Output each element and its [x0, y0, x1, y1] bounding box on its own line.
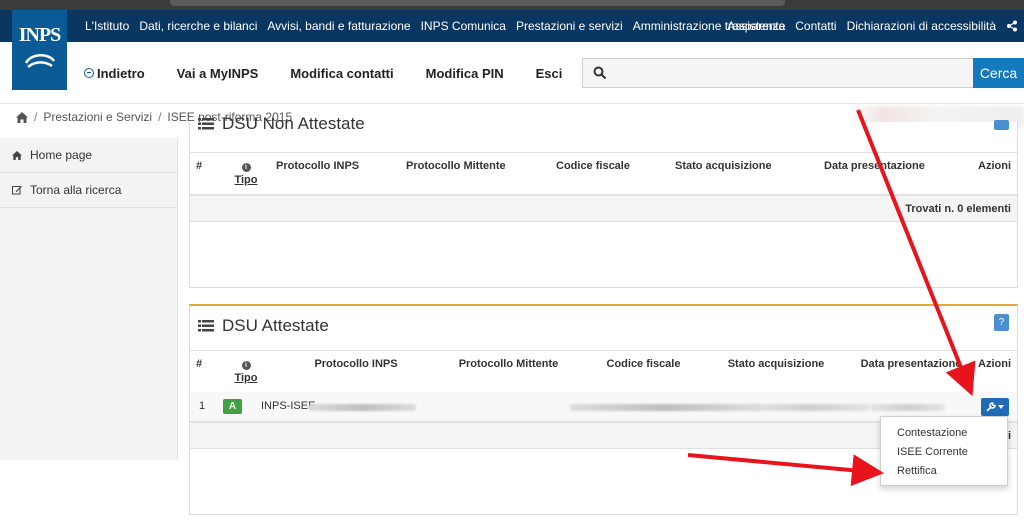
main-menu: Indietro Vai a MyINPS Modifica contatti …: [84, 42, 594, 104]
topbar-link-contatti[interactable]: Contatti: [795, 19, 836, 33]
topbar-link-accessibilita[interactable]: Dichiarazioni di accessibilità: [847, 19, 996, 33]
column-header-num: #: [196, 358, 203, 370]
table-header-row: # i Tipo Protocollo INPS Protocollo Mitt…: [190, 152, 1017, 195]
column-header-protocollo-mittente: Protocollo Mittente: [406, 160, 506, 172]
redacted-stato: [750, 404, 870, 411]
panel-title-text: DSU Attestate: [222, 316, 329, 335]
column-header-azioni: Azioni: [978, 358, 1011, 370]
results-count: Trovati n. 0 elementi: [190, 195, 1017, 222]
share-icon[interactable]: [1006, 20, 1018, 32]
browser-address-bar[interactable]: [170, 0, 785, 6]
info-icon: i: [241, 361, 251, 370]
column-header-tipo-label: Tipo: [234, 174, 258, 186]
column-header-tipo-label: Tipo: [234, 372, 258, 384]
redacted-protocollo: [308, 404, 416, 411]
edit-icon: [12, 186, 22, 195]
menu-item-isee-corrente[interactable]: ISEE Corrente: [881, 444, 1007, 463]
column-header-data: Data presentazione: [860, 358, 962, 370]
panel-title: DSU Non Attestate: [198, 116, 365, 132]
topbar-link-prestazioni[interactable]: Prestazioni e servizi: [516, 19, 623, 33]
breadcrumb-separator: /: [34, 110, 38, 124]
topbar-nav: L'Istituto Dati, ricerche e bilanci Avvi…: [85, 10, 785, 42]
caret-down-icon: [998, 405, 1004, 409]
column-header-stato: Stato acquisizione: [727, 358, 825, 370]
topbar-link-dati[interactable]: Dati, ricerche e bilanci: [139, 19, 257, 33]
column-header-protocollo-inps: Protocollo INPS: [276, 160, 360, 172]
menu-item-modifica-contatti[interactable]: Modifica contatti: [290, 66, 393, 81]
topbar-link-avvisi[interactable]: Avvisi, bandi e fatturazione: [267, 19, 410, 33]
logo-text: INPS: [18, 24, 62, 46]
column-header-tipo[interactable]: i Tipo: [216, 153, 276, 195]
sidebar-item-label: Home page: [30, 148, 93, 162]
browser-chrome: [0, 0, 1024, 10]
home-icon[interactable]: [16, 111, 28, 123]
help-button[interactable]: [994, 120, 1009, 130]
institutional-topbar: L'Istituto Dati, ricerche e bilanci Avvi…: [0, 10, 1024, 42]
topbar-link-istituto[interactable]: L'Istituto: [85, 19, 129, 33]
search-button[interactable]: Cerca: [973, 58, 1024, 88]
menu-item-rettifica[interactable]: Rettifica: [881, 463, 1007, 482]
logo-emblem-icon: [24, 54, 55, 68]
column-header-stato: Stato acquisizione: [675, 160, 772, 172]
panel-title-text: DSU Non Attestate: [222, 116, 365, 132]
menu-item-modifica-pin[interactable]: Modifica PIN: [426, 66, 504, 81]
menu-item-contestazione[interactable]: Contestazione: [881, 425, 1007, 444]
actions-dropdown-button[interactable]: [981, 398, 1009, 416]
home-icon: [12, 150, 22, 160]
breadcrumb-separator: /: [158, 110, 162, 124]
redacted-codice-fiscale: [570, 404, 760, 411]
sidebar-item-label: Torna alla ricerca: [30, 183, 122, 197]
dsu-non-attestate-table: # i Tipo Protocollo INPS Protocollo Mitt…: [190, 152, 1017, 195]
column-header-num: #: [196, 160, 203, 172]
breadcrumb-item-prestazioni[interactable]: Prestazioni e Servizi: [43, 110, 152, 124]
search-icon: [593, 66, 607, 80]
column-header-data: Data presentazione: [824, 160, 925, 172]
dsu-attestate-table: # i Tipo Protocollo INPS Protocollo Mitt…: [190, 350, 1017, 393]
menu-item-esci[interactable]: Esci: [536, 66, 563, 81]
column-header-codice-fiscale: Codice fiscale: [556, 160, 630, 172]
column-header-protocollo-mittente: Protocollo Mittente: [458, 358, 559, 370]
table-header-row: # i Tipo Protocollo INPS Protocollo Mitt…: [190, 350, 1017, 393]
inps-logo[interactable]: INPS: [12, 10, 67, 90]
wrench-icon: [986, 402, 996, 412]
row-number: 1: [199, 400, 206, 412]
list-icon: [198, 118, 214, 130]
column-header-azioni: Azioni: [978, 160, 1011, 172]
list-icon: [198, 320, 214, 332]
actions-dropdown-menu: Contestazione ISEE Corrente Rettifica: [880, 416, 1008, 486]
sidebar-item-ricerca[interactable]: Torna alla ricerca: [0, 173, 177, 208]
search-input[interactable]: [582, 58, 974, 88]
sidebar-item-home[interactable]: Home page: [0, 138, 177, 173]
back-circle-icon: [84, 68, 94, 78]
panel-title: DSU Attestate: [198, 316, 329, 336]
tipo-badge: A: [223, 399, 242, 414]
topbar-right-nav: Assistenza Contatti Dichiarazioni di acc…: [727, 10, 996, 42]
help-button[interactable]: ?: [994, 314, 1009, 331]
column-header-codice-fiscale: Codice fiscale: [606, 358, 681, 370]
redacted-data: [870, 404, 945, 411]
column-header-tipo[interactable]: i Tipo: [216, 351, 276, 393]
menu-label-indietro: Indietro: [97, 65, 145, 81]
menu-item-indietro[interactable]: Indietro: [84, 66, 145, 81]
topbar-link-comunica[interactable]: INPS Comunica: [421, 19, 506, 33]
sidebar: Home page Torna alla ricerca: [0, 138, 178, 460]
topbar-link-assistenza[interactable]: Assistenza: [727, 19, 785, 33]
panel-dsu-non-attestate: DSU Non Attestate # i Tipo Protocollo IN…: [189, 116, 1018, 288]
info-icon: i: [241, 163, 251, 172]
menu-item-myinps[interactable]: Vai a MyINPS: [177, 66, 259, 81]
column-header-protocollo-inps: Protocollo INPS: [314, 358, 398, 370]
